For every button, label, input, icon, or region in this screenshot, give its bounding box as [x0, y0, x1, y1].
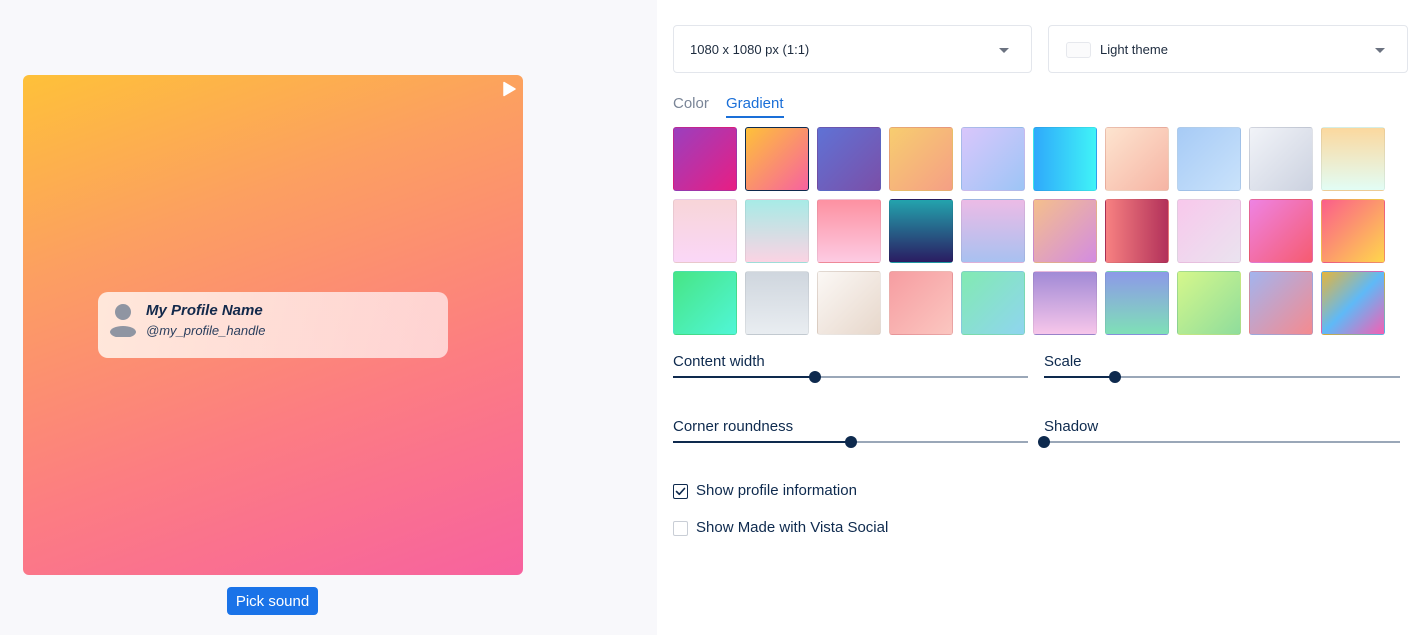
- gradient-swatch[interactable]: [1177, 271, 1241, 335]
- gradient-swatch[interactable]: [1033, 199, 1097, 263]
- gradient-swatch[interactable]: [961, 127, 1025, 191]
- gradient-swatch[interactable]: [1105, 127, 1169, 191]
- slider-thumb[interactable]: [1038, 436, 1050, 448]
- tab-gradient[interactable]: Gradient: [726, 95, 784, 118]
- gradient-swatch[interactable]: [817, 199, 881, 263]
- show-profile-checkbox[interactable]: [673, 484, 688, 499]
- play-icon[interactable]: [501, 81, 517, 97]
- slider-label: Corner roundness: [673, 418, 794, 435]
- preview-canvas: My Profile Name @my_profile_handle: [23, 75, 523, 575]
- gradient-swatch[interactable]: [1249, 127, 1313, 191]
- theme-select-value: Light theme: [1100, 42, 1168, 57]
- gradient-swatch[interactable]: [1177, 127, 1241, 191]
- profile-name: My Profile Name: [146, 302, 263, 319]
- app-root: My Profile Name @my_profile_handle Pick …: [0, 0, 1418, 635]
- gradient-swatch[interactable]: [961, 271, 1025, 335]
- pick-sound-button[interactable]: Pick sound: [227, 587, 318, 615]
- gradient-swatch[interactable]: [889, 199, 953, 263]
- theme-swatch-icon: [1066, 42, 1091, 58]
- gradient-swatch[interactable]: [1249, 271, 1313, 335]
- slider-fill: [673, 441, 851, 443]
- check-icon: [675, 487, 686, 496]
- preview-pane: My Profile Name @my_profile_handle Pick …: [0, 0, 657, 635]
- show-vista-label: Show Made with Vista Social: [696, 519, 889, 536]
- gradient-grid: [673, 127, 1385, 335]
- profile-card: My Profile Name @my_profile_handle: [98, 292, 448, 358]
- show-profile-label: Show profile information: [696, 482, 857, 499]
- theme-select[interactable]: Light theme: [1048, 25, 1408, 73]
- slider-track[interactable]: [1044, 371, 1400, 383]
- gradient-swatch[interactable]: [889, 127, 953, 191]
- gradient-swatch[interactable]: [889, 271, 953, 335]
- content-width-slider[interactable]: Content width: [673, 353, 1028, 383]
- gradient-swatch[interactable]: [1249, 199, 1313, 263]
- corner-roundness-slider[interactable]: Corner roundness: [673, 418, 1028, 448]
- slider-fill: [1044, 376, 1115, 378]
- gradient-swatch[interactable]: [817, 127, 881, 191]
- size-select-value: 1080 x 1080 px (1:1): [690, 42, 810, 57]
- slider-label: Content width: [673, 353, 765, 370]
- tab-color[interactable]: Color: [673, 95, 709, 116]
- slider-fill: [673, 376, 815, 378]
- user-avatar-icon: [108, 303, 138, 337]
- gradient-swatch[interactable]: [1105, 199, 1169, 263]
- gradient-swatch[interactable]: [1321, 127, 1385, 191]
- chevron-down-icon: [999, 48, 1009, 53]
- settings-pane: 1080 x 1080 px (1:1) Light theme Color G…: [657, 0, 1418, 635]
- slider-thumb[interactable]: [809, 371, 821, 383]
- slider-label: Shadow: [1044, 418, 1099, 435]
- scale-slider[interactable]: Scale: [1044, 353, 1400, 383]
- gradient-swatch[interactable]: [1321, 199, 1385, 263]
- shadow-slider[interactable]: Shadow: [1038, 418, 1400, 448]
- show-vista-checkbox[interactable]: [673, 521, 688, 536]
- gradient-swatch[interactable]: [745, 199, 809, 263]
- gradient-swatch[interactable]: [1033, 127, 1097, 191]
- gradient-swatch[interactable]: [673, 199, 737, 263]
- gradient-swatch[interactable]: [817, 271, 881, 335]
- slider-label: Scale: [1044, 353, 1082, 370]
- gradient-swatch[interactable]: [1033, 271, 1097, 335]
- gradient-swatch[interactable]: [1321, 271, 1385, 335]
- size-select[interactable]: 1080 x 1080 px (1:1): [673, 25, 1032, 73]
- gradient-swatch[interactable]: [745, 271, 809, 335]
- gradient-swatch[interactable]: [673, 127, 737, 191]
- slider-thumb[interactable]: [1109, 371, 1121, 383]
- slider-track[interactable]: [673, 371, 1028, 383]
- chevron-down-icon: [1375, 48, 1385, 53]
- slider-thumb[interactable]: [845, 436, 857, 448]
- profile-handle: @my_profile_handle: [146, 323, 266, 338]
- gradient-swatch[interactable]: [673, 271, 737, 335]
- gradient-swatch[interactable]: [1177, 199, 1241, 263]
- gradient-swatch[interactable]: [1105, 271, 1169, 335]
- gradient-swatch[interactable]: [961, 199, 1025, 263]
- slider-track[interactable]: [673, 436, 1028, 448]
- slider-track[interactable]: [1038, 436, 1400, 448]
- gradient-swatch[interactable]: [745, 127, 809, 191]
